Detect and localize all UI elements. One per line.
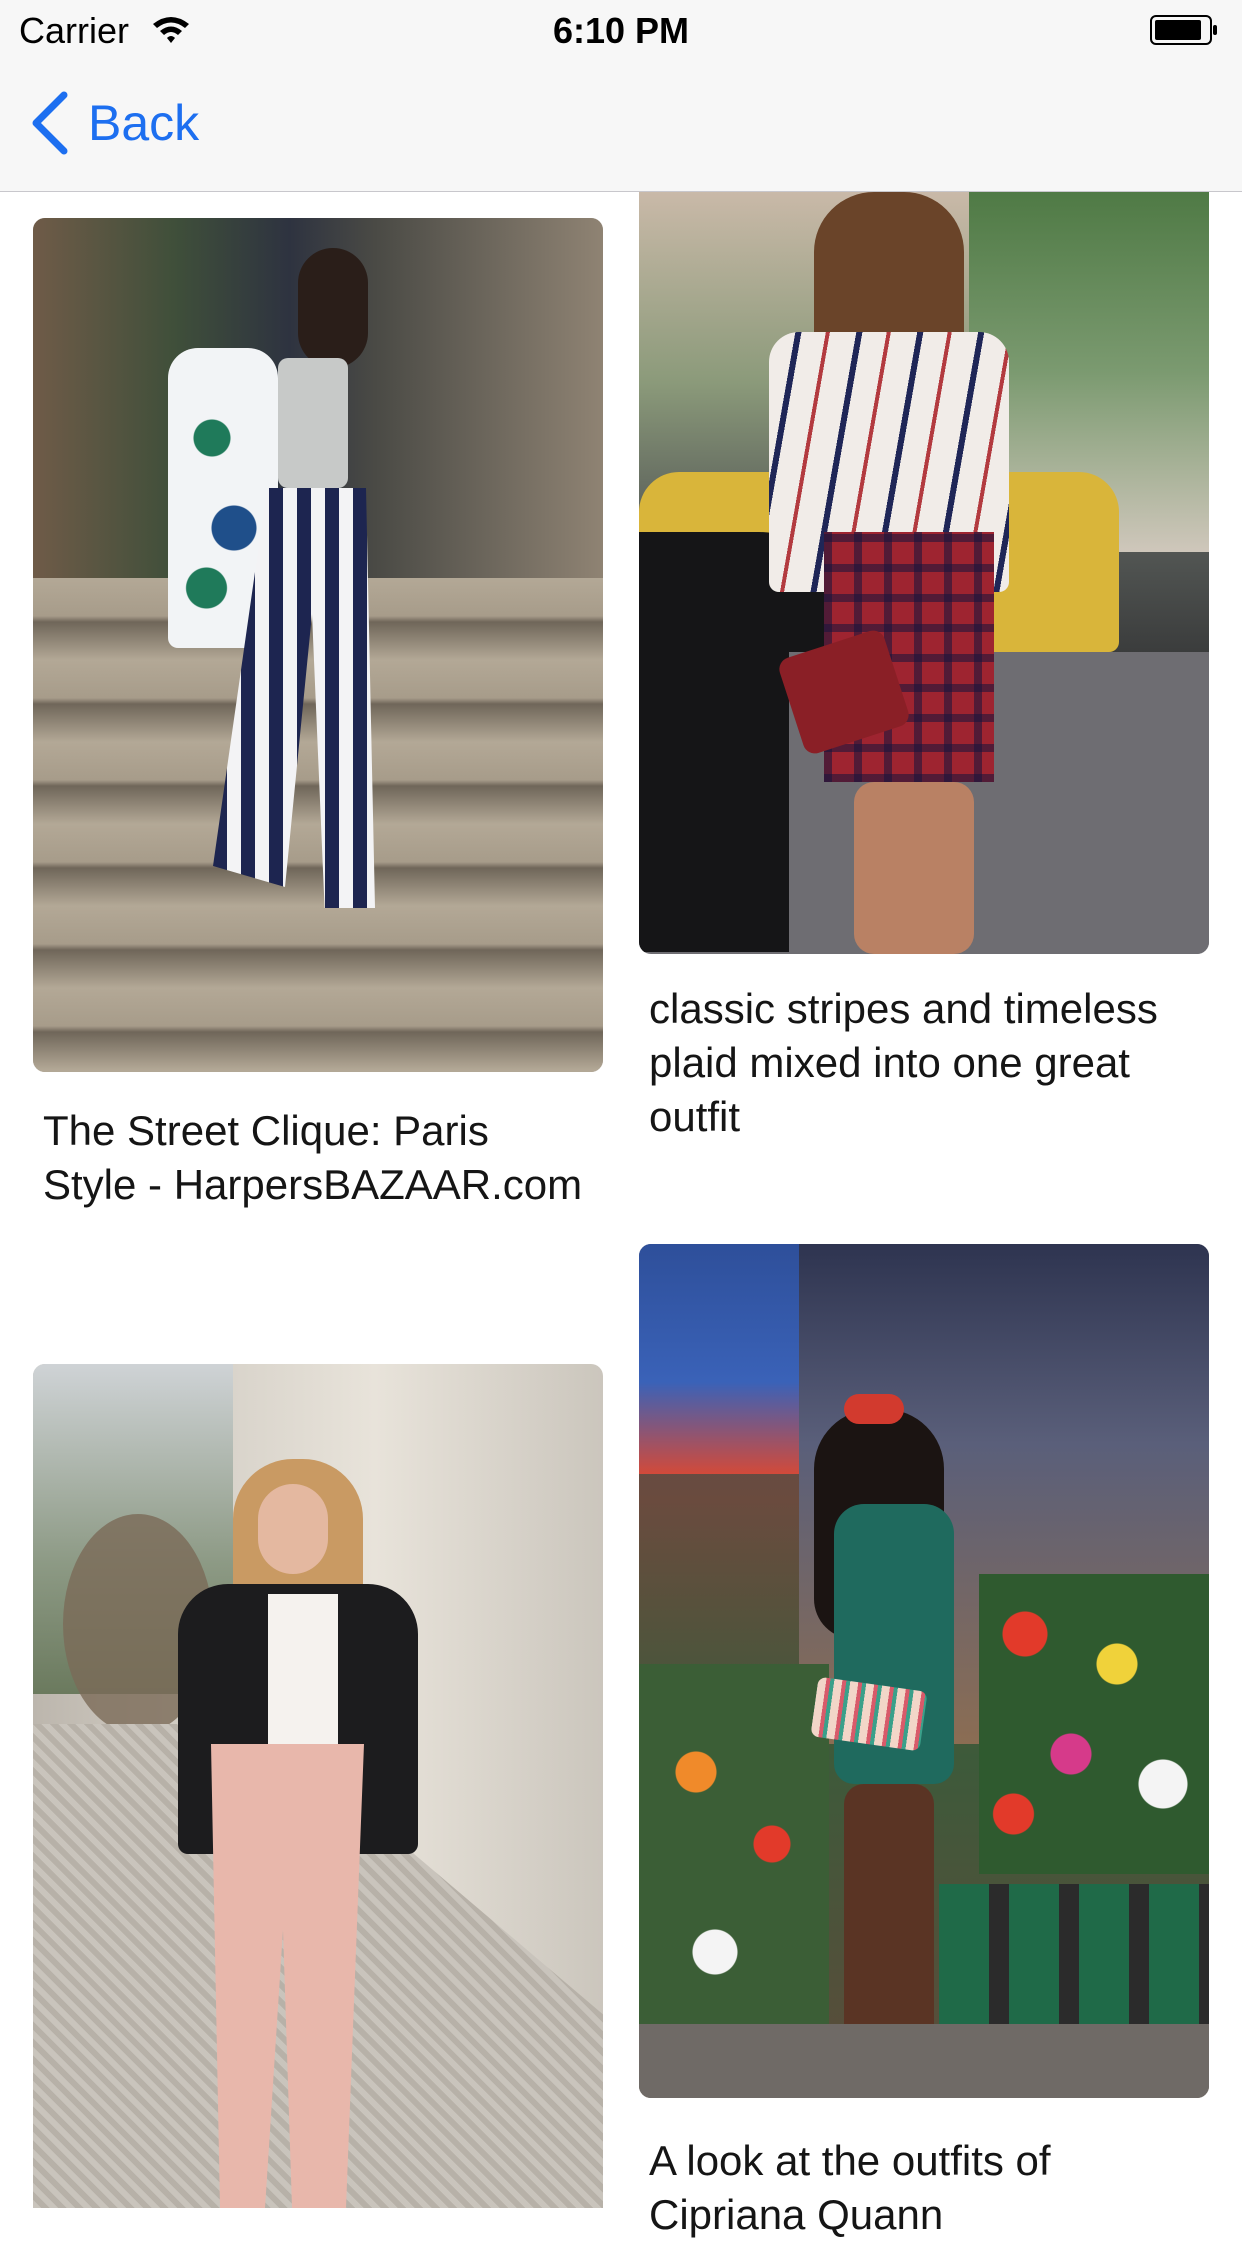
pin-card[interactable]: classic stripes and timeless plaid mixed…: [639, 192, 1209, 1152]
pin-photo[interactable]: [639, 192, 1209, 954]
pin-caption: A look at the outfits of Cipriana Quann: [649, 2137, 1051, 2238]
pin-card[interactable]: [33, 1364, 603, 2208]
back-button[interactable]: Back: [28, 88, 199, 158]
pin-card[interactable]: The Street Clique: Paris Style - Harpers…: [33, 218, 603, 1258]
pin-photo[interactable]: [33, 218, 603, 1072]
chevron-left-icon: [32, 91, 68, 155]
status-bar: Carrier 6:10 PM: [0, 0, 1242, 62]
pin-card[interactable]: A look at the outfits of Cipriana Quann: [639, 1244, 1209, 2238]
pin-photo[interactable]: [639, 1244, 1209, 2098]
back-label: Back: [88, 95, 200, 151]
battery-icon: [1150, 15, 1217, 45]
pin-caption: classic stripes and timeless plaid mixed…: [649, 985, 1158, 1140]
pin-photo[interactable]: [33, 1364, 603, 2208]
pin-caption: The Street Clique: Paris Style - Harpers…: [43, 1107, 583, 1208]
clock: 6:10 PM: [552, 10, 690, 51]
